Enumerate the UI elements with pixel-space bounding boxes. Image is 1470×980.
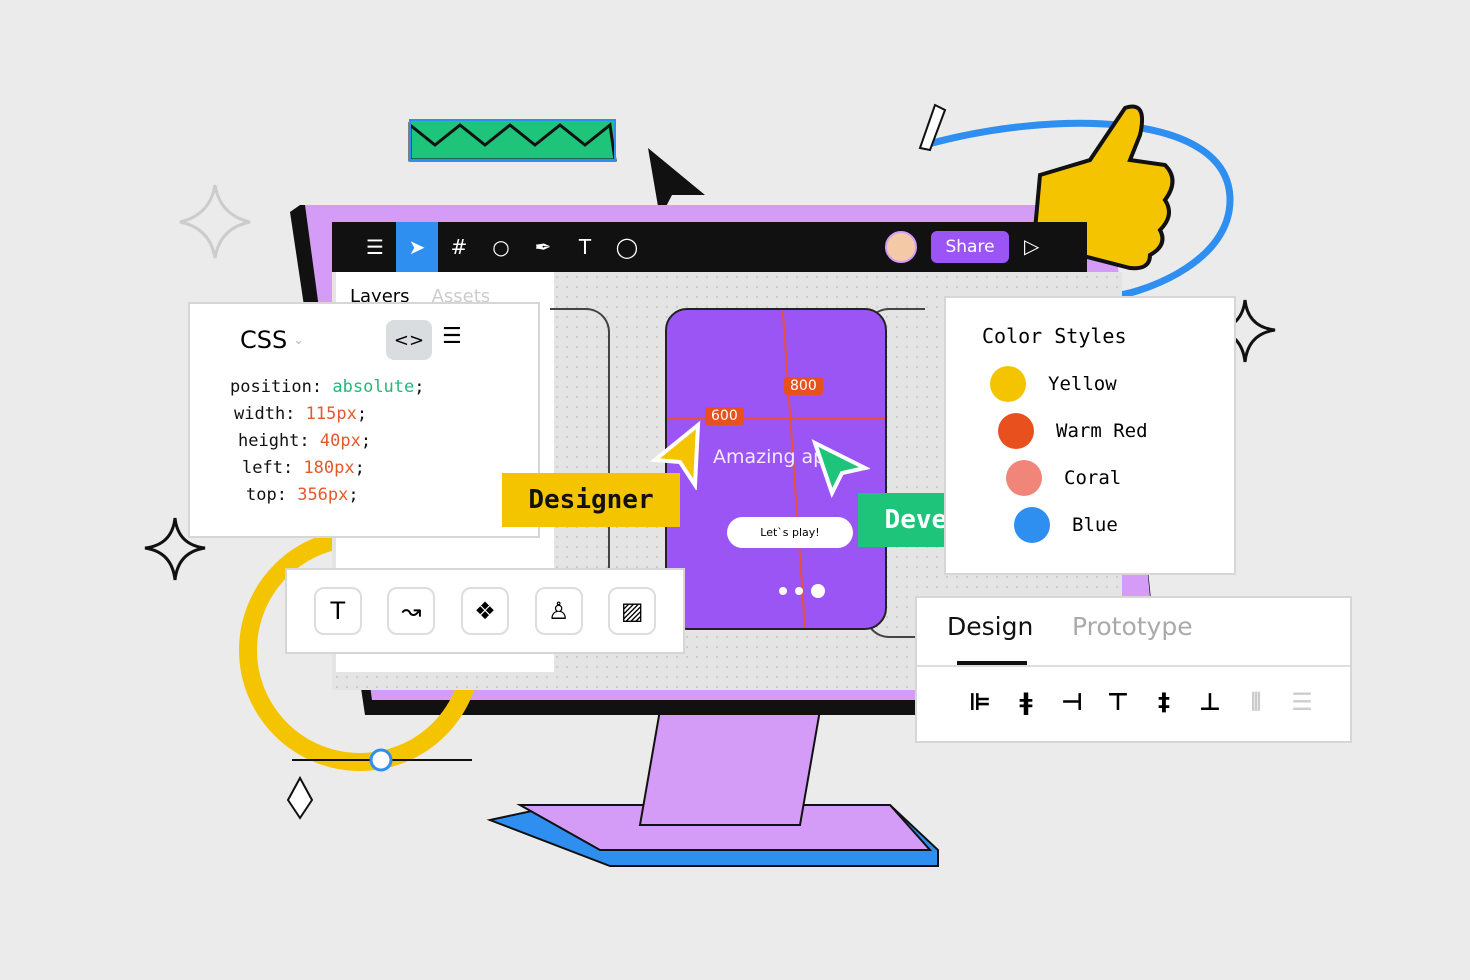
image-icon[interactable]: ▨ [608,587,657,635]
alignment-controls: ⊫ ǂ ⊣ ⊤ ‡ ⊥ ⫴ ☰ [957,688,1325,716]
css-code: position: absolute; width: 115px; height… [230,374,425,509]
pen-icon[interactable]: ✒ [522,222,564,272]
stamp-icon[interactable]: ♙ [534,587,583,635]
design-panel: Design Prototype ⊫ ǂ ⊣ ⊤ ‡ ⊥ ⫴ ☰ [915,596,1352,743]
developer-cursor-icon [811,439,870,498]
code-line: top: 356px; [246,485,359,505]
designer-tag: Designer [502,473,680,527]
chevron-down-icon[interactable]: ⌄ [293,333,304,348]
text-icon[interactable]: T [564,222,606,272]
color-style-item[interactable]: Warm Red [982,407,1234,454]
code-view-button[interactable]: <> [386,320,432,360]
sparkle-icon [179,184,251,259]
component-icon[interactable]: ❖ [460,587,509,635]
code-icon: <> [393,329,425,351]
list-view-icon[interactable]: ☰ [442,324,462,349]
color-style-item[interactable]: Blue [982,501,1234,548]
css-panel: CSS ⌄ <> ☰ position: absolute; width: 11… [188,302,540,538]
align-bottom-icon[interactable]: ⊥ [1187,688,1233,716]
tab-design[interactable]: Design [947,612,1033,641]
zigzag-shape [408,119,617,162]
code-line: width: 115px; [234,404,368,424]
monitor-stand-neck [638,709,822,826]
code-line: left: 180px; [242,458,365,478]
align-center-v-icon[interactable]: ‡ [1141,688,1187,716]
color-style-item[interactable]: Yellow [982,360,1234,407]
align-top-icon[interactable]: ⊤ [1095,688,1141,716]
menu-icon[interactable]: ☰ [354,222,396,272]
align-right-icon[interactable]: ⊣ [1049,688,1095,716]
align-left-icon[interactable]: ⊫ [957,688,1003,716]
code-line: height: 40px; [238,431,372,451]
color-style-item[interactable]: Coral [982,454,1234,501]
css-title: CSS [240,326,288,354]
distribute-h-icon[interactable]: ⫴ [1233,688,1279,716]
comment-icon[interactable]: ◯ [606,222,648,272]
phone-title: Amazing ap [713,446,826,468]
color-styles-panel: Color Styles Yellow Warm Red Coral Blue [944,296,1236,575]
text-tool-icon[interactable]: T [313,587,362,635]
lets-play-button[interactable]: Let`s play! [727,517,853,548]
color-styles-title: Color Styles [982,324,1127,348]
distribute-v-icon[interactable]: ☰ [1279,688,1325,716]
avatar[interactable] [885,231,917,263]
guide-label-600: 600 [705,407,744,425]
cursor-icon[interactable]: ➤ [396,222,438,272]
play-icon[interactable]: ▷ [1024,234,1039,258]
align-center-h-icon[interactable]: ǂ [1003,688,1049,716]
pen-nib-icon [286,775,314,820]
frame-icon[interactable]: # [438,222,480,272]
share-button[interactable]: Share [931,231,1009,263]
pagination-dots [779,584,825,598]
guide-label-800: 800 [784,377,823,395]
tab-prototype[interactable]: Prototype [1072,612,1193,641]
ellipse-icon[interactable]: ○ [480,222,522,272]
path-tool-icon[interactable]: ↝ [387,587,436,635]
code-line: position: absolute; [230,377,425,397]
insert-tools-bar: T ↝ ❖ ♙ ▨ [285,568,685,654]
